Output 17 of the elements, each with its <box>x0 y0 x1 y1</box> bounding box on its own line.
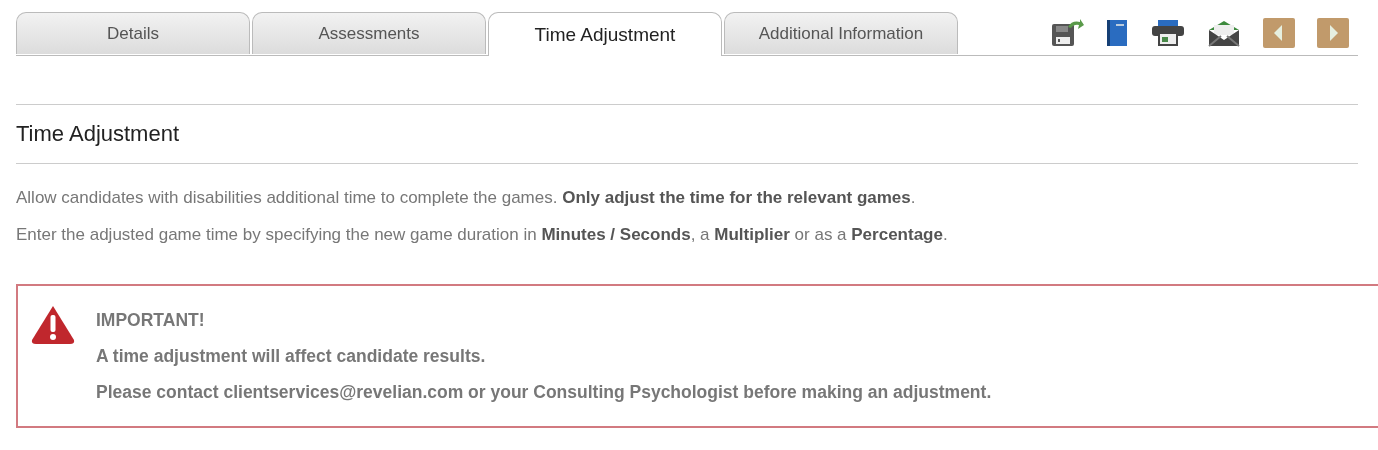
section-title: Time Adjustment <box>16 120 181 148</box>
warning-icon <box>30 304 76 346</box>
instruction-text: Allow candidates with disabilities additional time to complete the games. Only adjust the time for the relevant games. <box>16 187 917 209</box>
tab[interactable]: Assessments <box>252 12 486 54</box>
alert-text: IMPORTANT! <box>96 309 206 332</box>
print-icon[interactable] <box>1150 18 1186 48</box>
save-icon[interactable] <box>1050 18 1084 48</box>
tab[interactable]: Additional Information <box>724 12 958 54</box>
next-button[interactable] <box>1316 17 1350 49</box>
alert-text: Please contact clientservices@revelian.com or your Consulting Psychologist before making an adjustment. <box>96 381 992 404</box>
tab[interactable]: Time Adjustment <box>488 12 722 56</box>
alert-text: A time adjustment will affect candidate results. <box>96 345 487 368</box>
tab[interactable]: Details <box>16 12 250 54</box>
previous-button[interactable] <box>1262 17 1296 49</box>
instruction-text: Enter the adjusted game time by specifying the new game duration in Minutes / Seconds, a Multiplier or as a Percentage. <box>16 224 949 246</box>
book-icon[interactable] <box>1104 18 1130 48</box>
email-icon[interactable] <box>1206 18 1242 48</box>
